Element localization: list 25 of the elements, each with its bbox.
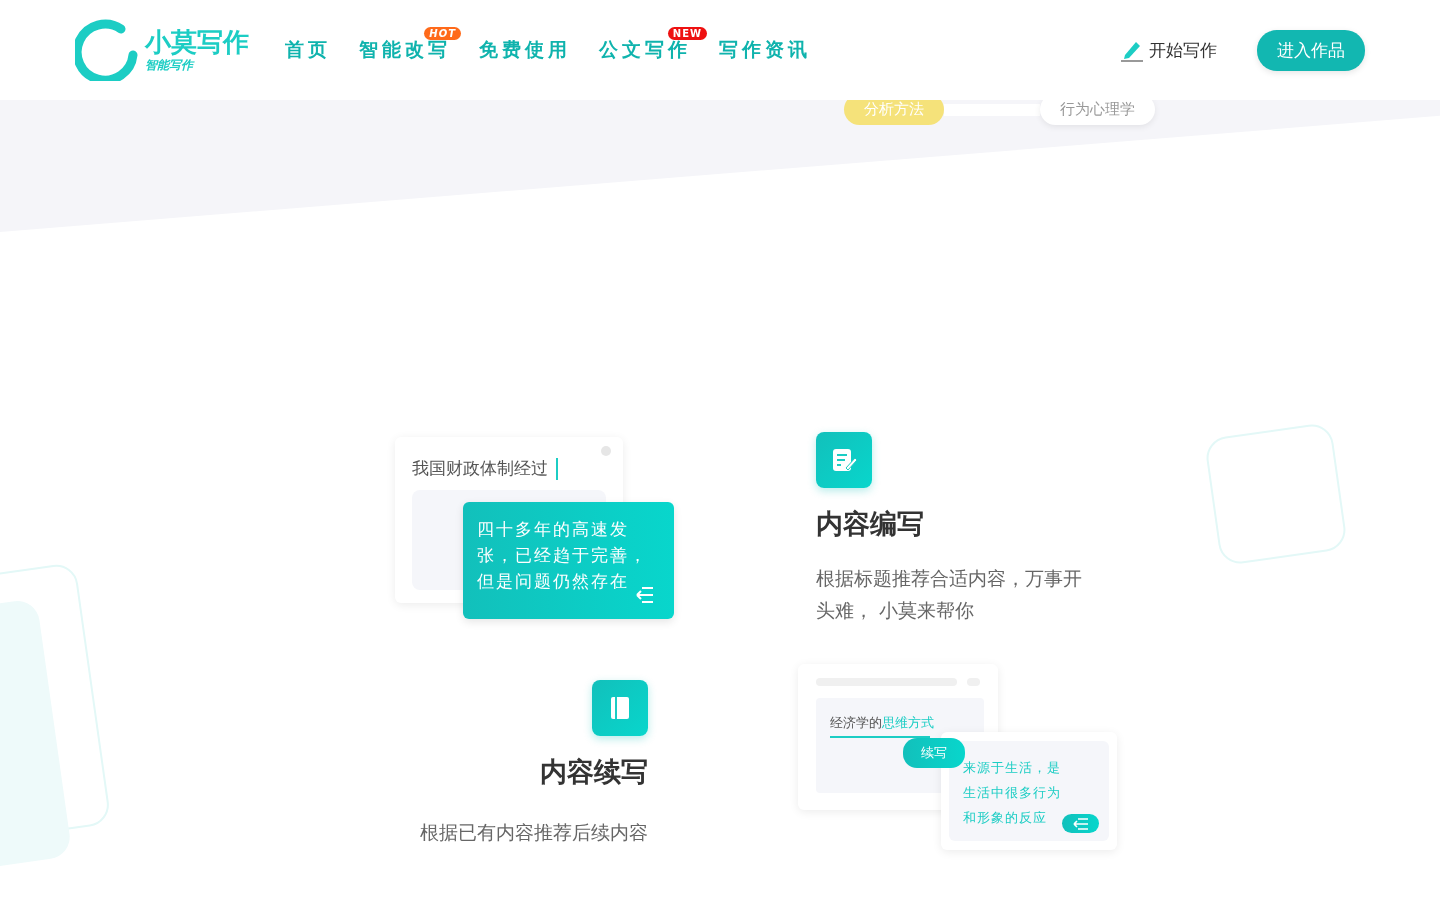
input-text: 我国财政体制经过 (412, 457, 558, 480)
book-icon (592, 680, 648, 736)
nav-link[interactable]: 智能改写 (359, 38, 451, 60)
dot-icon (601, 446, 611, 456)
nav-link[interactable]: 写作资讯 (719, 38, 811, 60)
suggestion-text: 来源于生活，是生活中很多行为和形象的反应 (963, 759, 1062, 827)
suggestion-text: 四十多年的高速发张，已经趋于完善，但是问题仍然存在 (477, 518, 649, 593)
nav-link[interactable]: 免费使用 (479, 38, 571, 60)
feature-title: 内容续写 (540, 755, 648, 789)
enter-works-button[interactable]: 进入作品 (1257, 29, 1365, 71)
hot-badge: HOT (424, 27, 461, 40)
feature-description: 根据标题推荐合适内容，万事开头难， 小莫来帮你 (816, 566, 1083, 623)
logo-tagline: 智能写作 (145, 56, 196, 74)
feature-title: 内容编写 (816, 507, 925, 541)
edit-document-icon (816, 432, 872, 488)
logo-ring-icon (75, 19, 139, 81)
new-badge: NEW (667, 27, 707, 40)
insert-icon (1062, 814, 1099, 833)
start-writing-link[interactable]: 开始写作 (1119, 37, 1217, 63)
feature-description: 根据已有内容推荐后续内容 (420, 820, 648, 845)
logo-name: 小莫写作 (145, 26, 249, 57)
input-text: 经济学的思维方式 (830, 715, 934, 730)
insert-icon (636, 587, 654, 603)
nav-link[interactable]: 首页 (285, 38, 331, 60)
nav-link[interactable]: 公文写作 (599, 38, 691, 60)
